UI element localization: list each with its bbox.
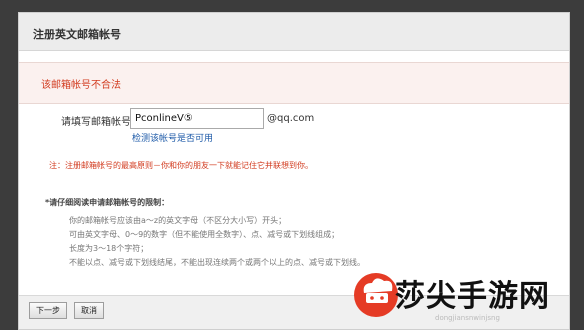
- rule-item: 你的邮箱帐号应该由a～z的英文字母（不区分大小写）开头；: [69, 216, 287, 225]
- rule-item: 长度为3～18个字符；: [69, 244, 149, 253]
- email-domain-suffix: @qq.com: [267, 113, 315, 124]
- email-label: 请填写邮箱帐号：: [61, 117, 141, 128]
- error-banner: 该邮箱帐号不合法: [19, 62, 569, 104]
- page-title: 注册英文邮箱帐号: [33, 28, 121, 41]
- rules-title: *请仔细阅读申请邮箱帐号的限制：: [45, 198, 170, 207]
- watermark-text: 莎尖手游网: [395, 279, 550, 314]
- email-input[interactable]: [130, 108, 264, 129]
- naming-tip: 注：注册邮箱帐号的最高原则－你和你的朋友一下就能记住它并联想到你。: [49, 161, 313, 170]
- check-availability-link[interactable]: 检测该帐号是否可用: [132, 131, 213, 144]
- watermark-url: dongjiansnwinjsng: [435, 314, 500, 322]
- rule-item: 可由英文字母、0～9的数字（但不能使用全数字）、点、减号或下划线组成；: [69, 230, 340, 239]
- site-watermark: 莎尖手游网 dongjiansnwinjsng: [350, 263, 582, 323]
- panel-header: 注册英文邮箱帐号: [19, 13, 569, 51]
- rule-item: 不能以点、减号或下划线结尾，不能出现连续两个或两个以上的点、减号或下划线。: [69, 258, 365, 267]
- next-button[interactable]: 下一步: [29, 302, 67, 319]
- error-message: 该邮箱帐号不合法: [41, 80, 121, 91]
- cancel-button[interactable]: 取消: [74, 302, 104, 319]
